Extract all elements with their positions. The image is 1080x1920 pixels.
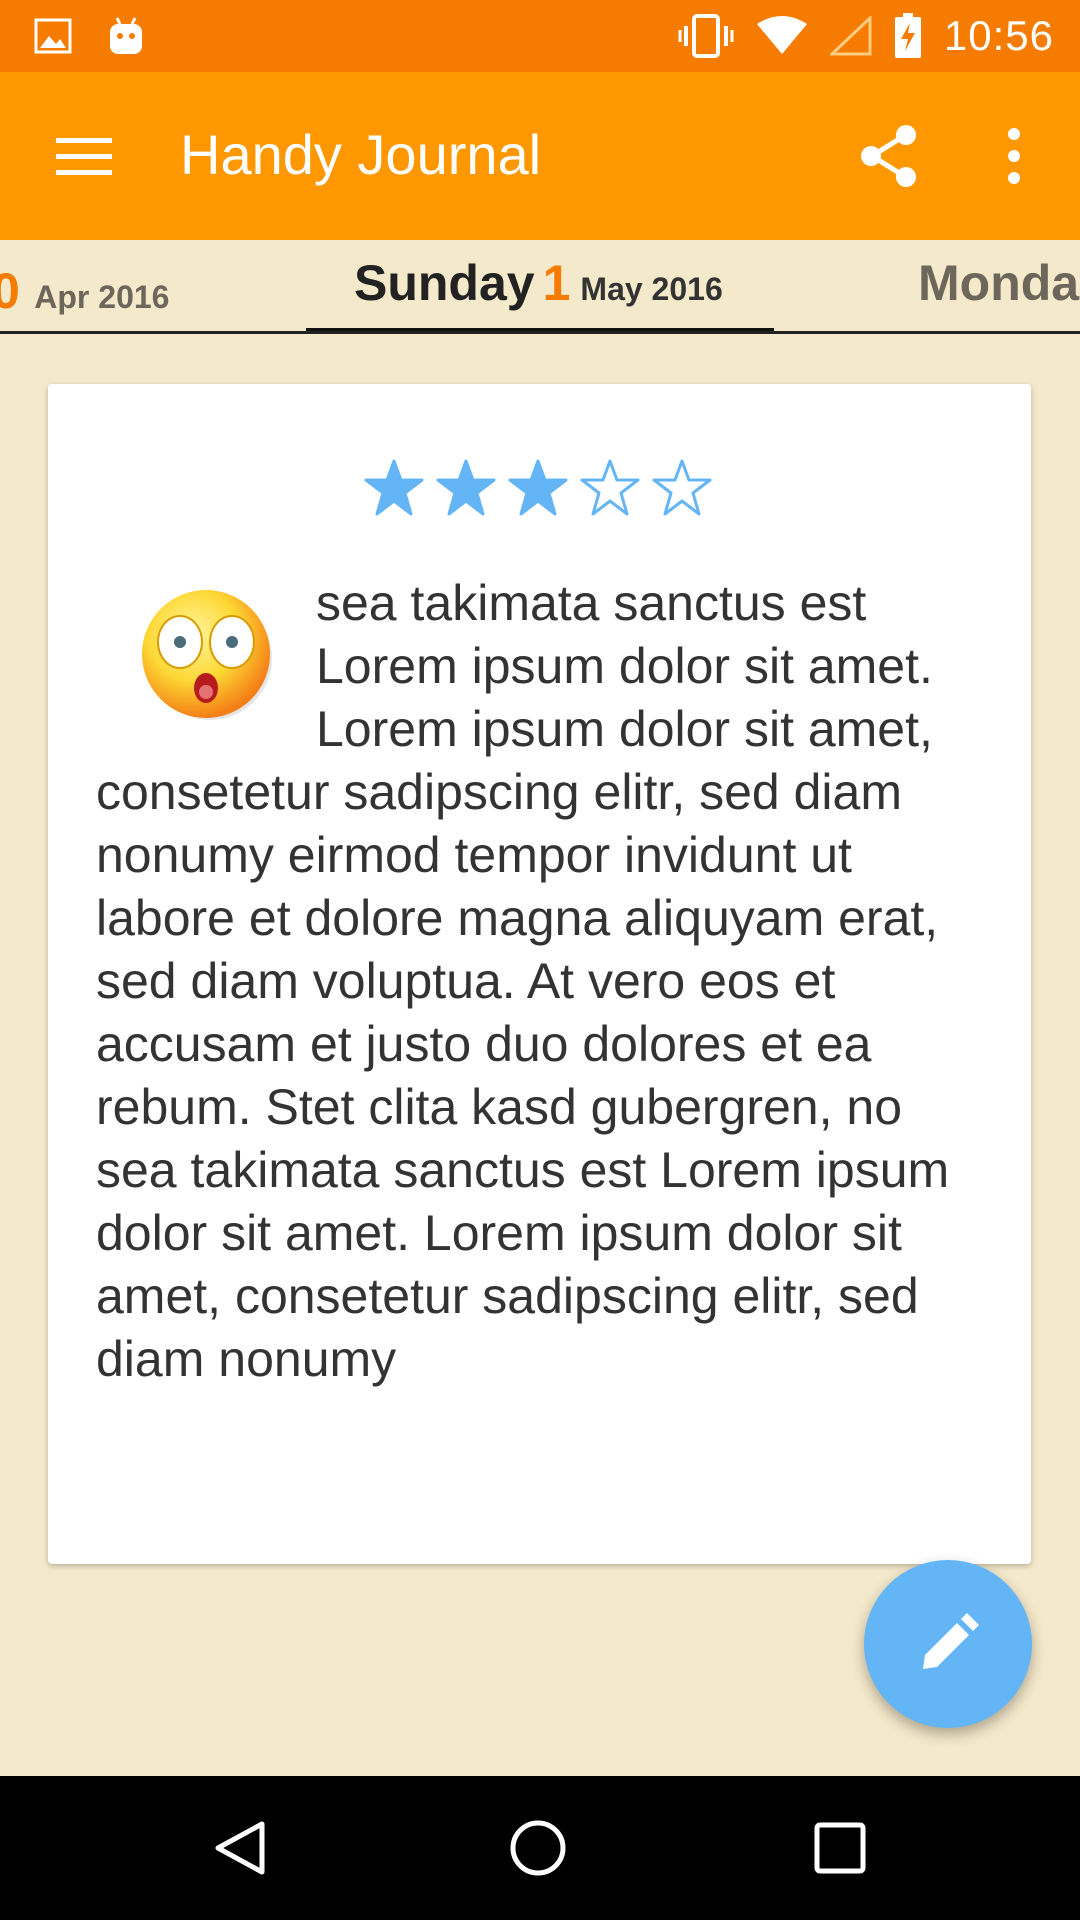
navigation-bar [0, 1776, 1080, 1920]
status-bar-left [34, 12, 144, 60]
share-icon[interactable] [858, 124, 922, 188]
entry-body: sea takimata sanctus est Lorem ipsum dol… [96, 572, 976, 1391]
status-bar: 10:56 [0, 0, 1080, 72]
menu-icon[interactable] [56, 132, 112, 180]
signal-icon [829, 16, 872, 56]
battery-charging-icon [894, 13, 921, 58]
edit-pencil-icon [923, 1613, 979, 1669]
star-empty-icon[interactable] [652, 458, 712, 518]
star-empty-icon[interactable] [580, 458, 640, 518]
image-icon [34, 18, 72, 54]
status-bar-right: 10:56 [678, 0, 1054, 72]
prev-day-number: 0 [0, 263, 20, 319]
app-bar: Handy Journal [0, 72, 1080, 240]
star-filled-icon[interactable] [436, 458, 496, 518]
journal-entry-card[interactable]: sea takimata sanctus est Lorem ipsum dol… [48, 384, 1031, 1564]
day-tabs: 0 Apr 2016 Sunday1May 2016 Monda [0, 240, 1080, 334]
recents-icon[interactable] [810, 1818, 870, 1878]
rating-stars[interactable] [364, 458, 712, 518]
edit-button[interactable] [864, 1560, 1032, 1728]
current-day-name: Sunday [354, 255, 535, 311]
current-month-year: May 2016 [580, 271, 723, 307]
star-filled-icon[interactable] [364, 458, 424, 518]
more-vert-icon[interactable] [1000, 124, 1028, 188]
tab-previous-day[interactable]: 0 Apr 2016 [0, 262, 170, 331]
back-icon[interactable] [210, 1818, 270, 1878]
home-icon[interactable] [508, 1818, 568, 1878]
app-title: Handy Journal [180, 123, 542, 186]
shocked-face-icon [142, 590, 272, 720]
tab-next-day[interactable]: Monda [918, 254, 1080, 331]
status-time: 10:56 [943, 12, 1054, 59]
wifi-icon [756, 16, 807, 54]
tab-current-day[interactable]: Sunday 1 May 2016 [306, 240, 774, 331]
next-day-name: Monda [918, 255, 1080, 311]
current-day-number: 1 [542, 255, 571, 311]
prev-month-year: Apr 2016 [34, 279, 170, 315]
android-icon [110, 17, 142, 54]
star-filled-icon[interactable] [508, 458, 568, 518]
vibrate-icon [678, 14, 734, 58]
